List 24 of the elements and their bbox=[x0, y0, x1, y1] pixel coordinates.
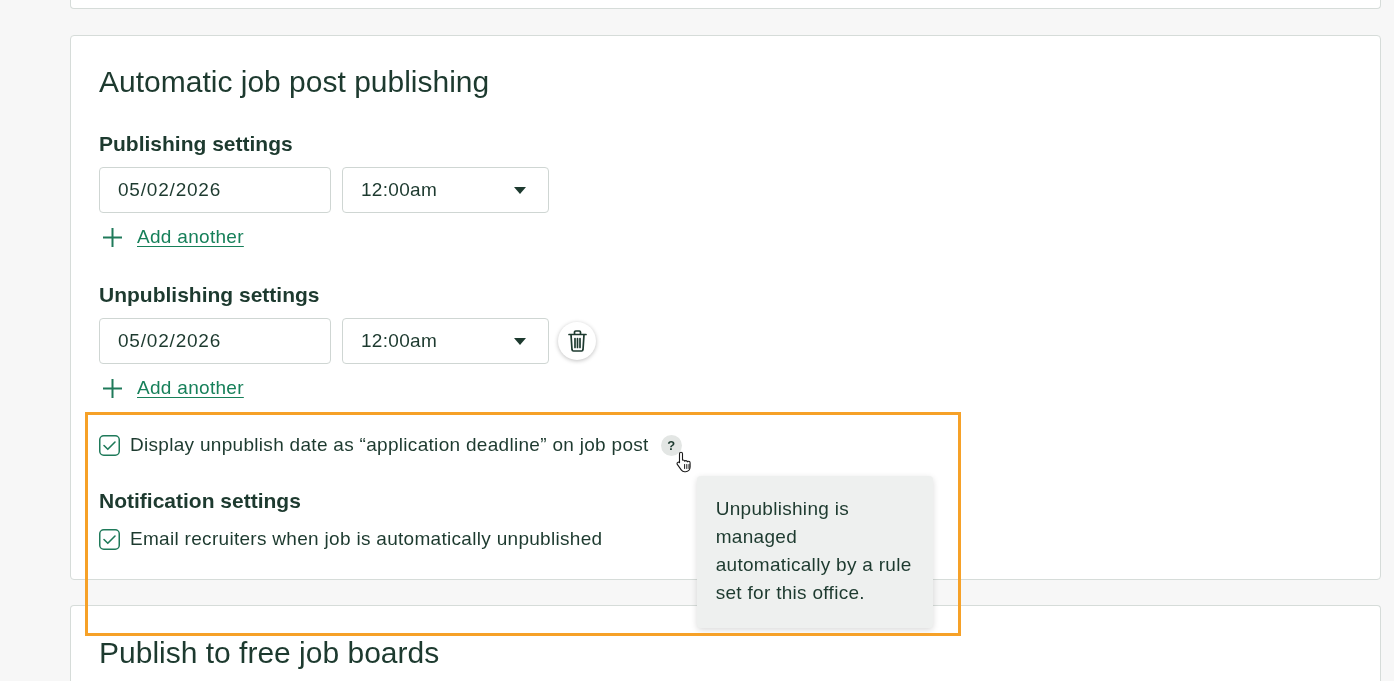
trash-icon bbox=[567, 330, 587, 352]
tooltip-text: Unpublishing is managed automatically by a rule set for this office. bbox=[715, 496, 913, 605]
option-label: Email recruiters when job is automatically unpublished bbox=[130, 527, 603, 551]
caret-icon bbox=[514, 186, 526, 194]
time-select[interactable]: 12:00am bbox=[342, 167, 549, 213]
plus-icon[interactable] bbox=[103, 227, 122, 247]
section-title: Publish to free job boards bbox=[99, 635, 440, 671]
help-button[interactable]: ? bbox=[660, 434, 682, 456]
checkbox[interactable] bbox=[99, 434, 120, 456]
date-field[interactable]: 05/02/2026 bbox=[99, 318, 331, 364]
caret-icon bbox=[514, 337, 526, 345]
subsection-heading: Unpublishing settings bbox=[99, 282, 320, 308]
subsection-heading: Notification settings bbox=[99, 488, 301, 514]
add-another-link[interactable]: Add another bbox=[137, 223, 244, 251]
section-title: Automatic job post publishing bbox=[99, 64, 490, 100]
delete-button[interactable] bbox=[558, 322, 596, 360]
subsection-heading: Publishing settings bbox=[99, 131, 293, 157]
date-field[interactable]: 05/02/2026 bbox=[99, 167, 331, 213]
add-another-link[interactable]: Add another bbox=[137, 374, 244, 402]
option-label: Display unpublish date as “application deadline” on job post bbox=[130, 433, 649, 457]
checkbox[interactable] bbox=[99, 528, 120, 550]
time-select[interactable]: 12:00am bbox=[342, 318, 549, 364]
hand-cursor-icon bbox=[674, 450, 693, 474]
plus-icon[interactable] bbox=[103, 378, 122, 398]
